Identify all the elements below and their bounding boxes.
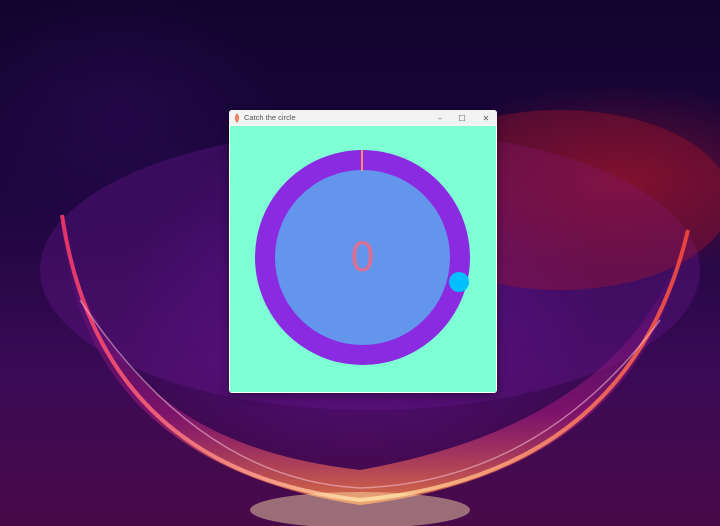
minimize-icon: –: [438, 113, 442, 123]
app-icon: [234, 113, 240, 123]
desktop-wallpaper: Catch the circle – ☐ ✕ 0: [0, 0, 720, 526]
maximize-icon: ☐: [458, 113, 466, 123]
close-button[interactable]: ✕: [474, 110, 497, 126]
app-window: Catch the circle – ☐ ✕ 0: [229, 110, 497, 393]
title-bar[interactable]: Catch the circle – ☐ ✕: [229, 110, 497, 126]
maximize-button[interactable]: ☐: [450, 110, 474, 126]
minimize-button[interactable]: –: [428, 110, 452, 126]
target-marker: [361, 150, 363, 171]
game-canvas[interactable]: 0: [230, 126, 496, 392]
score-counter: 0: [349, 234, 376, 281]
window-title: Catch the circle: [244, 113, 296, 122]
moving-circle[interactable]: [449, 272, 469, 292]
close-icon: ✕: [482, 113, 490, 123]
